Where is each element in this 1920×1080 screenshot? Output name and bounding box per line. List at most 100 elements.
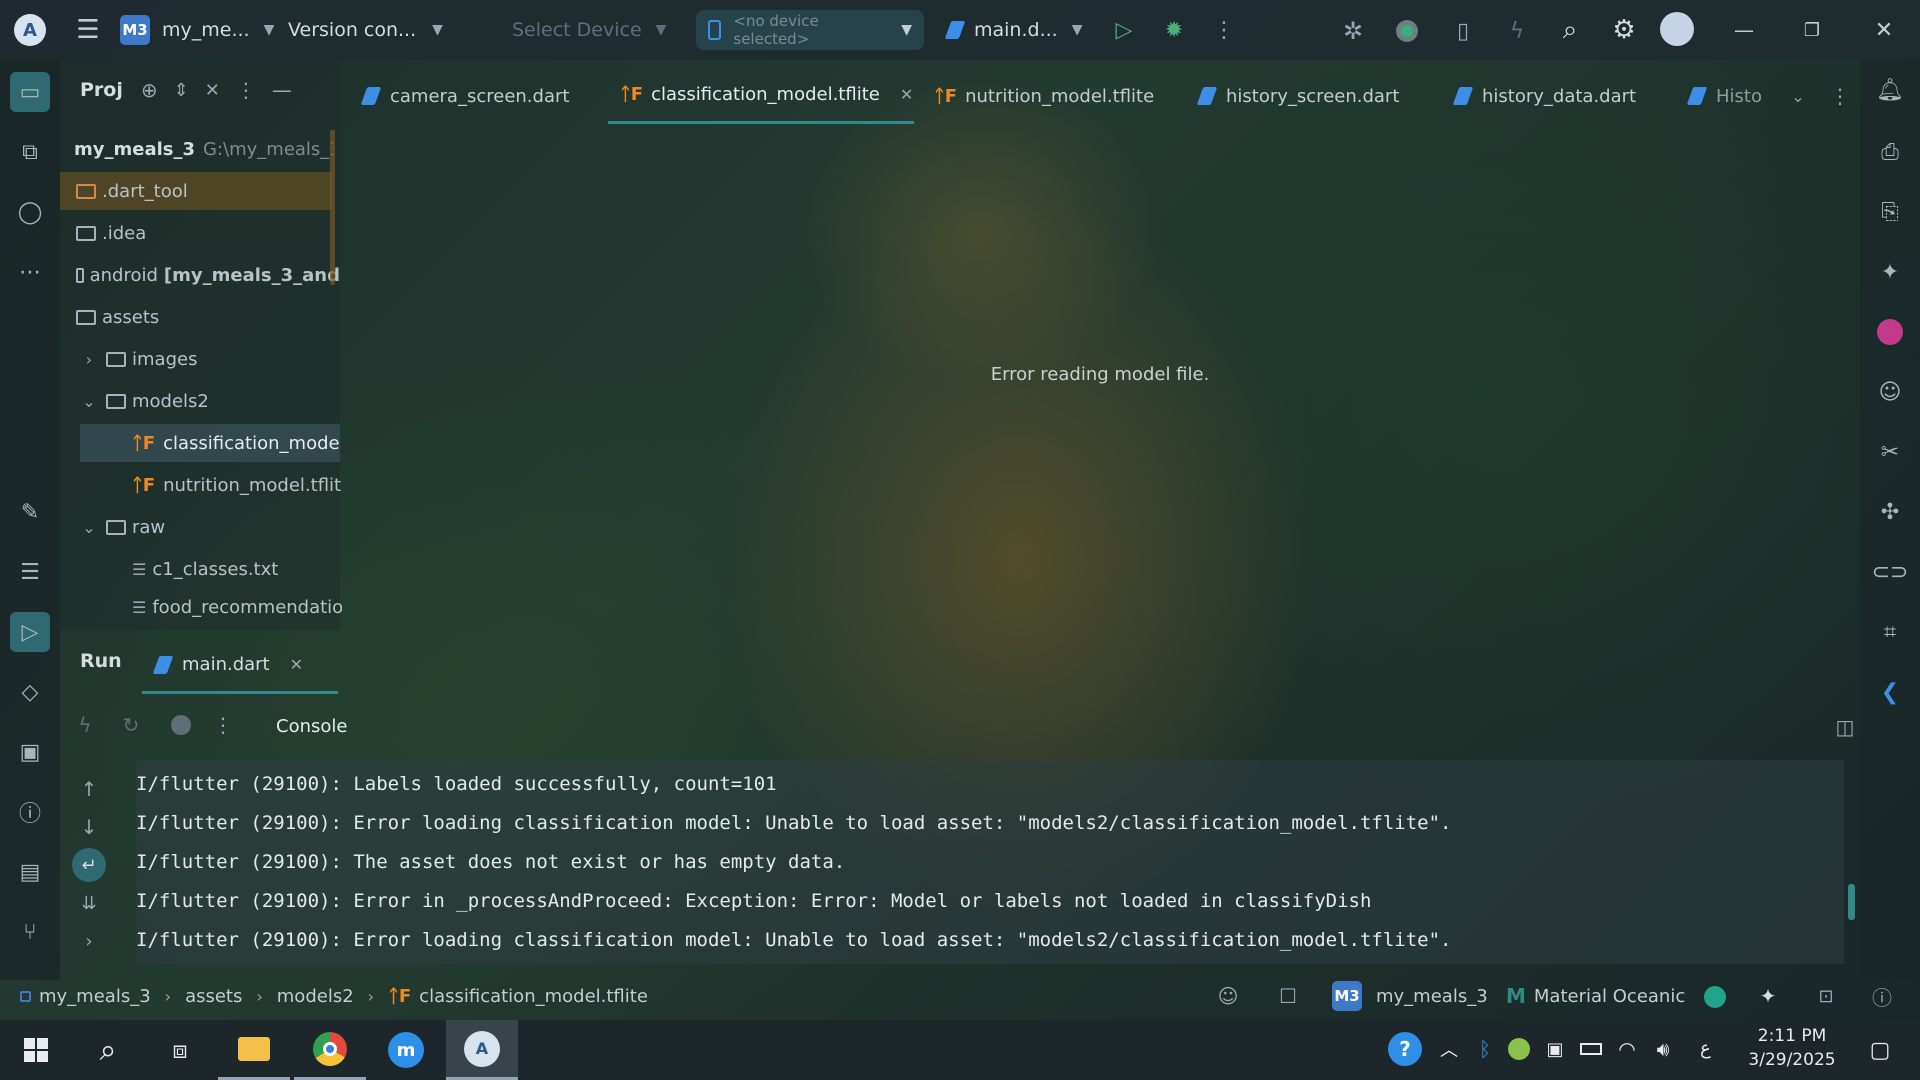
breadcrumb-item[interactable]: my_meals_3 xyxy=(39,986,151,1007)
chevron-right-icon[interactable]: › xyxy=(74,926,104,956)
tab-history-data[interactable]: history_data.dart xyxy=(1452,68,1636,124)
task-view-button[interactable]: ⧈ xyxy=(144,1020,216,1080)
start-button[interactable] xyxy=(0,1020,72,1080)
more-horizontal-icon[interactable]: ⋯ xyxy=(10,252,50,292)
terminal-icon[interactable]: ▤ xyxy=(10,852,50,892)
hot-restart-icon[interactable]: ↻ xyxy=(116,710,146,740)
bug-icon[interactable]: ✲ xyxy=(1336,14,1370,48)
breadcrumb-item[interactable]: classification_model.tflite xyxy=(419,986,648,1007)
commit-icon[interactable]: ◯ xyxy=(10,192,50,232)
tools-icon[interactable]: ✂ xyxy=(1870,432,1910,472)
link-icon[interactable]: ⊂⊃ xyxy=(1870,552,1910,592)
tree-item-classification-model[interactable]: ᛏF classification_model.t xyxy=(80,424,340,462)
lock-icon[interactable]: ⊡ xyxy=(1810,980,1842,1012)
android-studio-logo-icon[interactable]: A xyxy=(14,14,46,46)
gemini-icon[interactable]: ✦ xyxy=(1752,980,1784,1012)
info-icon[interactable]: ⓘ xyxy=(1866,980,1898,1012)
volume-icon[interactable]: 🔊︎ xyxy=(1648,1034,1678,1064)
screen-capture-icon[interactable]: ⌗ xyxy=(1870,612,1910,652)
tree-item-dart-tool[interactable]: . dart_tool xyxy=(60,172,332,210)
flutter-inspector-icon[interactable]: ✎ xyxy=(10,492,50,532)
tree-item-assets[interactable]: assets xyxy=(76,298,336,336)
more-vertical-icon[interactable]: ⋮ xyxy=(1208,14,1240,46)
puzzle-icon[interactable]: ✣ xyxy=(1870,492,1910,532)
more-vertical-icon[interactable]: ⋮ xyxy=(208,710,238,740)
layout-icon[interactable]: ◫ xyxy=(1830,712,1860,742)
debug-icon[interactable]: ✹ xyxy=(1158,14,1190,46)
smile-icon[interactable]: ☺ xyxy=(1870,372,1910,412)
problems-icon[interactable]: ⓘ xyxy=(10,792,50,832)
minimize-icon[interactable]: — xyxy=(1722,12,1766,48)
stop-icon[interactable] xyxy=(166,710,196,740)
hide-panel-icon[interactable]: — xyxy=(272,78,292,102)
tree-item-idea[interactable]: .idea xyxy=(76,214,336,252)
git-icon[interactable]: ⑂ xyxy=(10,912,50,952)
locate-icon[interactable]: ⊕ xyxy=(141,78,158,102)
hot-reload-icon[interactable]: ϟ xyxy=(1500,14,1534,48)
tree-item-food-recommendation[interactable]: ☰ food_recommendatio xyxy=(132,592,342,622)
battery-icon[interactable] xyxy=(1576,1034,1606,1064)
chevron-down-icon[interactable]: ⌄ xyxy=(1782,80,1814,112)
breadcrumb-item[interactable]: assets xyxy=(185,986,242,1007)
run-tool-icon[interactable]: ▷ xyxy=(10,612,50,652)
project-selector[interactable]: M3 my_me... ▼ xyxy=(120,0,274,60)
clock[interactable]: 2:11 PM 3/29/2025 xyxy=(1738,1026,1846,1076)
app-button[interactable]: m xyxy=(370,1020,442,1080)
plugin-logo-icon[interactable] xyxy=(1870,312,1910,352)
theme-status[interactable]: M Material Oceanic xyxy=(1506,976,1685,1016)
notification-center-icon[interactable]: ▢ xyxy=(1864,1034,1896,1066)
bluetooth-icon[interactable]: ᛒ xyxy=(1470,1034,1500,1064)
record-icon[interactable] xyxy=(1390,14,1424,48)
console-scrollbar[interactable] xyxy=(1848,884,1855,920)
tab-nutrition-model[interactable]: ᛏF nutrition_model.tflite xyxy=(934,68,1154,124)
tree-item-c1-classes[interactable]: ☰ c1_classes.txt xyxy=(132,550,342,588)
app-inspection-icon[interactable]: ▣ xyxy=(10,732,50,772)
notifications-icon[interactable]: 🔔︎ xyxy=(1870,70,1910,110)
run-icon[interactable]: ▷ xyxy=(1108,14,1140,46)
select-device-menu[interactable]: Select Device ▼ xyxy=(512,0,666,60)
flutter-outline-icon[interactable]: ❮ xyxy=(1870,672,1910,712)
input-language[interactable]: ع xyxy=(1700,1038,1711,1059)
breadcrumb-item[interactable]: models2 xyxy=(277,986,354,1007)
search-button[interactable]: ⌕ xyxy=(72,1020,144,1080)
collapse-all-icon[interactable]: ✕ xyxy=(205,80,220,101)
tray-app-icon[interactable] xyxy=(1504,1034,1534,1064)
arrow-up-icon[interactable]: ↑ xyxy=(74,774,104,804)
project-status[interactable]: M3 my_meals_3 xyxy=(1332,976,1488,1016)
hot-reload-icon[interactable]: ϟ xyxy=(70,710,100,740)
search-icon[interactable]: ⌕ xyxy=(1552,12,1588,48)
run-tab-main-dart[interactable]: main.dart ✕ xyxy=(142,638,338,694)
device-selector[interactable]: <no device selected> ▼ xyxy=(696,10,924,50)
close-tab-icon[interactable]: ✕ xyxy=(900,85,913,104)
device-manager-icon[interactable]: ▯ xyxy=(1446,14,1480,48)
device-file-explorer-icon[interactable]: ⎙ xyxy=(1870,132,1910,172)
help-icon[interactable]: ? xyxy=(1388,1032,1422,1066)
scroll-to-end-icon[interactable]: ⇊ xyxy=(74,888,104,918)
tree-item-models2[interactable]: ⌄ models2 xyxy=(78,382,338,420)
chat-icon[interactable]: ☐ xyxy=(1272,980,1304,1012)
structure-icon[interactable]: ⧉ xyxy=(10,132,50,172)
more-vertical-icon[interactable]: ⋮ xyxy=(1824,80,1856,112)
file-explorer-button[interactable] xyxy=(218,1020,290,1080)
tab-camera-screen[interactable]: camera_screen.dart xyxy=(360,68,569,124)
tab-histo[interactable]: Histo xyxy=(1686,68,1762,124)
tree-root[interactable]: my_meals_3 G:\my_meals_3 xyxy=(74,130,334,168)
vcs-menu[interactable]: Version con... ▼ xyxy=(288,0,443,60)
feedback-smile-icon[interactable]: ☺ xyxy=(1212,980,1244,1012)
restore-icon[interactable]: ❐ xyxy=(1790,12,1834,48)
wifi-icon[interactable]: ◠ xyxy=(1612,1034,1642,1064)
clipboard-icon[interactable]: ⎘ xyxy=(1870,192,1910,232)
tree-item-nutrition-model[interactable]: ᛏF nutrition_model.tflite xyxy=(132,466,342,504)
main-menu-icon[interactable]: ☰ xyxy=(72,14,104,46)
more-vertical-icon[interactable]: ⋮ xyxy=(236,78,256,102)
project-scrollbar[interactable] xyxy=(330,130,335,285)
android-studio-button[interactable]: A xyxy=(446,1020,518,1080)
chrome-button[interactable] xyxy=(294,1020,366,1080)
project-panel-title[interactable]: Proj xyxy=(80,79,123,101)
arrow-down-icon[interactable]: ↓ xyxy=(74,812,104,842)
soft-wrap-icon[interactable]: ↵ xyxy=(72,848,106,882)
expand-all-icon[interactable]: ⇕ xyxy=(174,80,189,101)
chevron-up-icon[interactable]: ︿ xyxy=(1434,1034,1464,1064)
console-output[interactable]: I/flutter (29100): Labels loaded success… xyxy=(136,760,1844,964)
close-tab-icon[interactable]: ✕ xyxy=(290,655,303,674)
